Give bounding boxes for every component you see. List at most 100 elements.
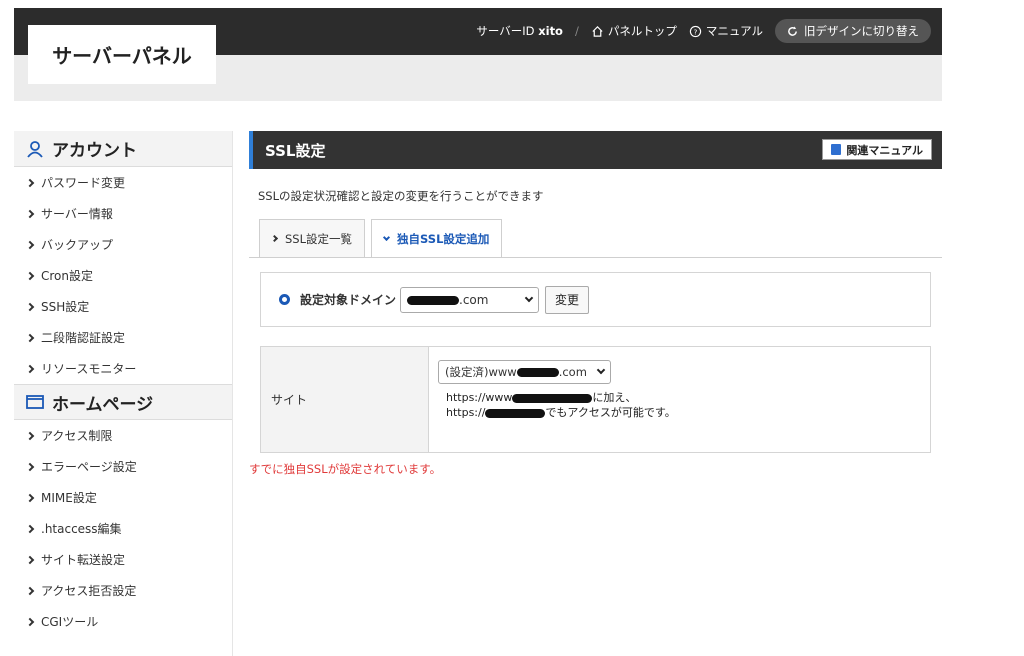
chevron-down-icon bbox=[382, 233, 391, 242]
old-design-label: 旧デザインに切り替え bbox=[804, 24, 919, 38]
top-navigation: サーバーID xito / パネルトップ ? マニュアル 旧デザインに切り替え bbox=[476, 19, 931, 43]
chevron-right-icon bbox=[25, 617, 35, 626]
panel-top-label: パネルトップ bbox=[607, 24, 677, 38]
site-label: サイト bbox=[261, 347, 429, 452]
sidebar-section-title: ホームページ bbox=[52, 394, 154, 415]
chevron-down-icon bbox=[596, 365, 606, 375]
sidebar-item-label: 二段階認証設定 bbox=[41, 331, 126, 345]
help-circle-icon: ? bbox=[689, 25, 702, 37]
sidebar-item-server-info[interactable]: サーバー情報 bbox=[14, 198, 232, 229]
chevron-right-icon bbox=[25, 524, 35, 533]
sidebar-item-cgi-tool[interactable]: CGIツール bbox=[14, 606, 232, 637]
chevron-right-icon bbox=[25, 271, 35, 280]
site-select-value-wrap: (設定済)www .com bbox=[445, 364, 587, 380]
server-id-label: サーバーID bbox=[476, 24, 535, 38]
window-icon bbox=[26, 395, 44, 409]
sidebar-item-htaccess[interactable]: .htaccess編集 bbox=[14, 513, 232, 544]
chevron-right-icon bbox=[25, 178, 35, 187]
sidebar-item-label: アクセス拒否設定 bbox=[41, 584, 137, 598]
sidebar-section-title: アカウント bbox=[52, 141, 137, 161]
chevron-right-icon bbox=[25, 493, 35, 502]
redacted-text bbox=[407, 295, 460, 305]
site-table: サイト (設定済)www .com https://www に加え、 https:/… bbox=[260, 346, 931, 453]
chevron-right-icon bbox=[25, 555, 35, 564]
site-note-line-1: https://www に加え、 bbox=[446, 390, 676, 405]
sidebar-item-two-factor[interactable]: 二段階認証設定 bbox=[14, 322, 232, 353]
svg-text:?: ? bbox=[693, 27, 697, 36]
manual-link[interactable]: ? マニュアル bbox=[689, 23, 763, 39]
sidebar-item-label: パスワード変更 bbox=[41, 176, 126, 190]
sidebar-item-error-page[interactable]: エラーページ設定 bbox=[14, 451, 232, 482]
chevron-right-icon bbox=[270, 234, 279, 243]
panel-top-link[interactable]: パネルトップ bbox=[591, 23, 677, 39]
sidebar-item-access-restriction[interactable]: アクセス制限 bbox=[14, 420, 232, 451]
redacted-text bbox=[485, 408, 546, 418]
sidebar-item-label: Cron設定 bbox=[41, 269, 93, 283]
sidebar: アカウント パスワード変更 サーバー情報 バックアップ Cron設定 SSH設定… bbox=[14, 131, 233, 656]
site-note: https://www に加え、 https:// でもアクセスが可能です。 bbox=[438, 390, 676, 420]
site-body: (設定済)www .com https://www に加え、 https:// でもア… bbox=[429, 347, 676, 452]
domain-label: 設定対象ドメイン bbox=[300, 293, 397, 307]
sidebar-section-account: アカウント bbox=[14, 131, 232, 167]
sidebar-item-label: MIME設定 bbox=[41, 491, 97, 505]
site-note-prefix: https:// bbox=[446, 406, 486, 419]
sidebar-item-site-redirect[interactable]: サイト転送設定 bbox=[14, 544, 232, 575]
sidebar-item-label: アクセス制限 bbox=[41, 429, 113, 443]
book-icon bbox=[831, 144, 842, 155]
sidebar-item-password[interactable]: パスワード変更 bbox=[14, 167, 232, 198]
sidebar-item-mime[interactable]: MIME設定 bbox=[14, 482, 232, 513]
domain-select-value-wrap: .com bbox=[407, 293, 488, 307]
sidebar-item-label: .htaccess編集 bbox=[41, 522, 122, 536]
site-note-line-2: https:// でもアクセスが可能です。 bbox=[446, 405, 676, 420]
site-note-suffix: に加え、 bbox=[592, 391, 637, 404]
server-id-value: xito bbox=[538, 24, 563, 38]
sidebar-item-backup[interactable]: バックアップ bbox=[14, 229, 232, 260]
related-manual-button[interactable]: 関連マニュアル bbox=[822, 139, 932, 160]
user-icon bbox=[27, 140, 43, 158]
server-panel-logo[interactable]: サーバーパネル bbox=[28, 25, 216, 84]
sidebar-item-resource-monitor[interactable]: リソースモニター bbox=[14, 353, 232, 384]
sidebar-item-ssh[interactable]: SSH設定 bbox=[14, 291, 232, 322]
sidebar-item-label: エラーページ設定 bbox=[41, 460, 137, 474]
old-design-button[interactable]: 旧デザインに切り替え bbox=[775, 19, 931, 43]
domain-select-value: .com bbox=[459, 292, 489, 307]
page-title-bar: SSL設定 関連マニュアル bbox=[249, 131, 942, 169]
sidebar-item-label: サイト転送設定 bbox=[41, 553, 126, 567]
change-button[interactable]: 変更 bbox=[545, 285, 590, 314]
main-content: SSL設定 関連マニュアル SSLの設定状況確認と設定の変更を行うことができます… bbox=[249, 131, 942, 476]
chevron-right-icon bbox=[25, 302, 35, 311]
chevron-right-icon bbox=[25, 240, 35, 249]
sidebar-item-label: バックアップ bbox=[41, 238, 114, 252]
chevron-right-icon bbox=[25, 364, 35, 373]
redacted-text bbox=[512, 393, 593, 403]
sidebar-item-label: リソースモニター bbox=[41, 362, 137, 376]
server-id: サーバーID xito bbox=[476, 23, 563, 39]
home-icon bbox=[592, 25, 603, 37]
chevron-down-icon bbox=[524, 293, 534, 302]
related-manual-label: 関連マニュアル bbox=[846, 143, 923, 157]
page-description: SSLの設定状況確認と設定の変更を行うことができます bbox=[258, 189, 544, 203]
chevron-right-icon bbox=[25, 333, 35, 342]
manual-label: マニュアル bbox=[705, 24, 763, 38]
radio-icon bbox=[279, 294, 290, 305]
redacted-text bbox=[516, 368, 559, 377]
nav-separator: / bbox=[574, 24, 579, 38]
chevron-right-icon bbox=[25, 586, 35, 595]
site-select-suffix: .com bbox=[558, 365, 587, 379]
sidebar-section-homepage: ホームページ bbox=[14, 384, 232, 420]
tab-label: SSL設定一覧 bbox=[285, 231, 353, 246]
tab-add-ssl[interactable]: 独自SSL設定追加 bbox=[371, 219, 503, 258]
tab-ssl-list[interactable]: SSL設定一覧 bbox=[259, 219, 366, 257]
page-title: SSL設定 bbox=[265, 141, 326, 160]
domain-selector-box: 設定対象ドメイン .com 変更 bbox=[260, 272, 931, 327]
domain-select[interactable]: .com bbox=[400, 286, 540, 313]
tab-divider bbox=[249, 257, 942, 258]
site-note-suffix: でもアクセスが可能です。 bbox=[545, 406, 676, 419]
sidebar-item-cron[interactable]: Cron設定 bbox=[14, 260, 232, 291]
site-select[interactable]: (設定済)www .com bbox=[438, 360, 611, 384]
sidebar-item-access-deny[interactable]: アクセス拒否設定 bbox=[14, 575, 232, 606]
sidebar-item-label: サーバー情報 bbox=[41, 207, 113, 221]
refresh-icon bbox=[788, 25, 797, 36]
tab-label: 独自SSL設定追加 bbox=[397, 232, 490, 246]
sidebar-item-label: CGIツール bbox=[41, 615, 99, 629]
